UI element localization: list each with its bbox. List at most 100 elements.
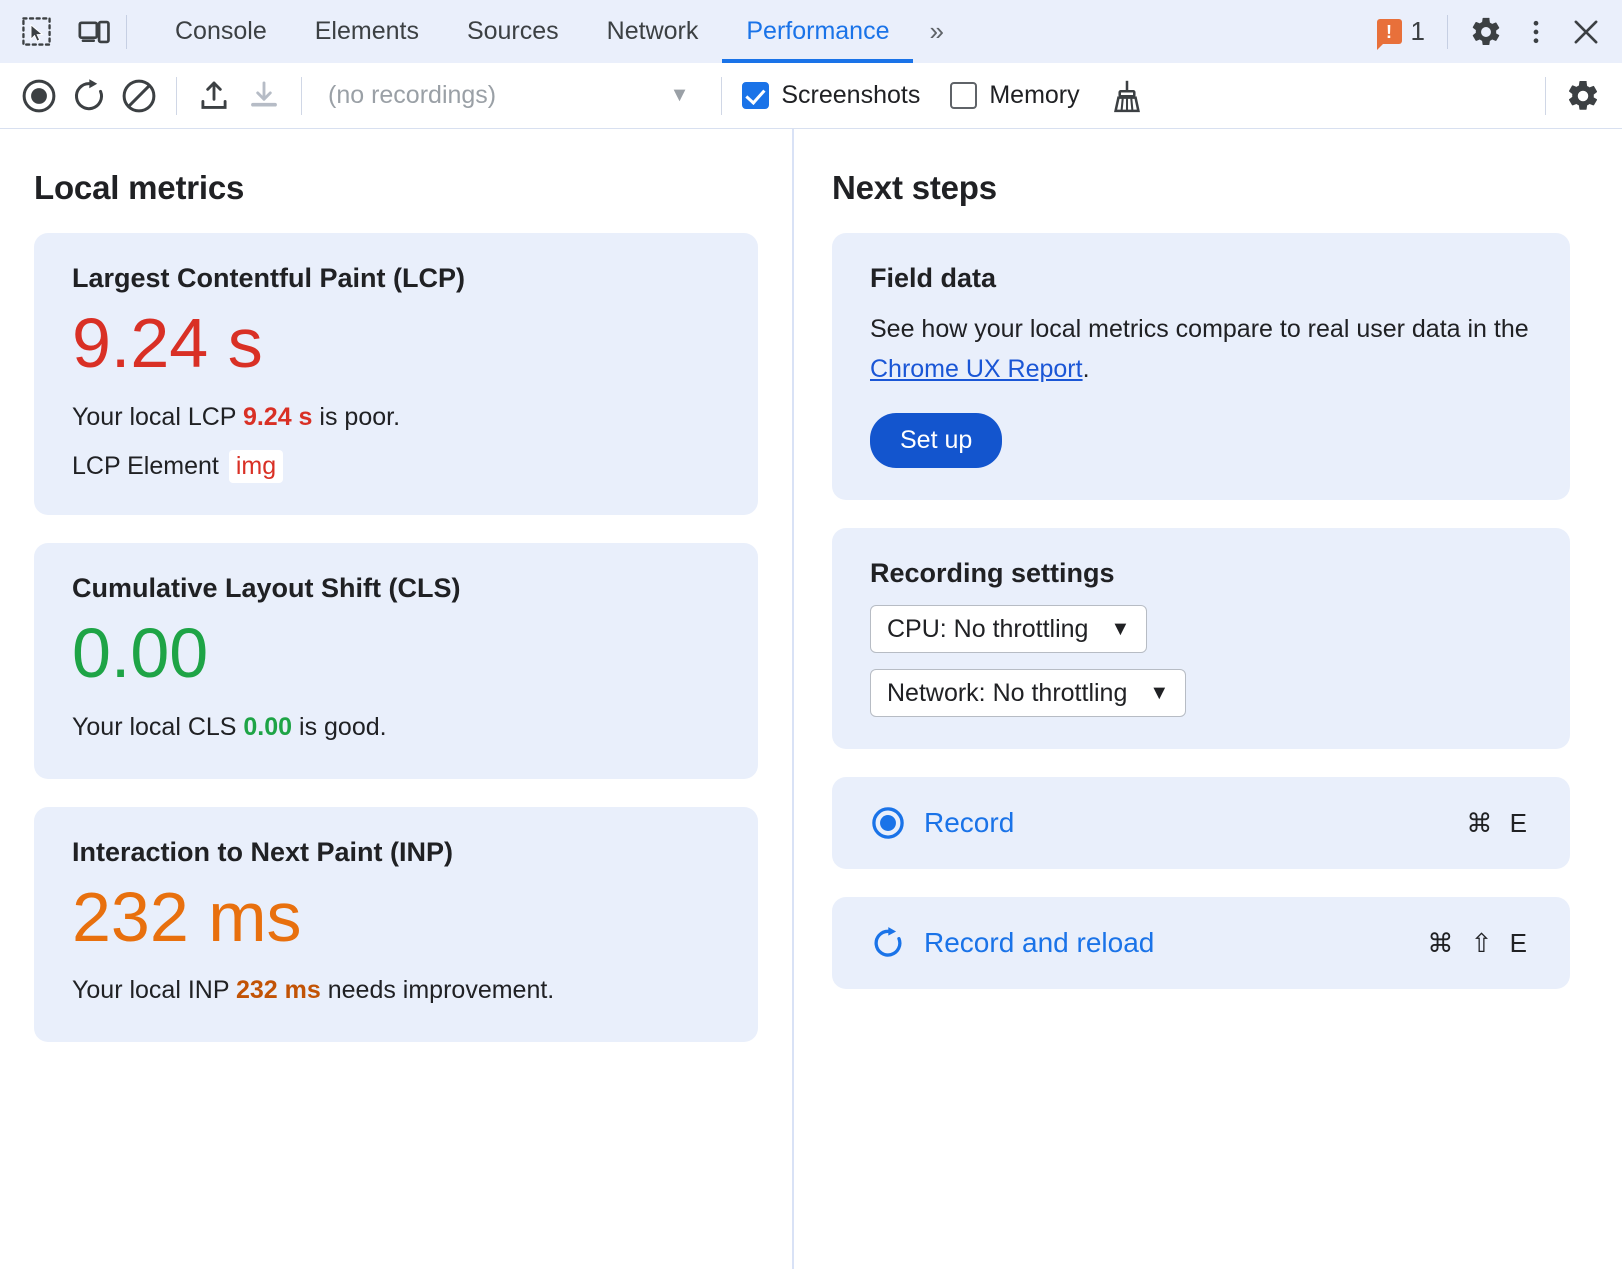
gear-icon (1469, 15, 1503, 49)
error-count-badge[interactable]: ! 1 (1371, 16, 1431, 47)
record-action-card[interactable]: Record ⌘ E (832, 777, 1570, 869)
record-and-reload-action-label: Record and reload (924, 927, 1154, 959)
tab-network[interactable]: Network (583, 0, 723, 63)
network-throttling-select[interactable]: Network: No throttling ▼ (870, 669, 1186, 717)
tab-sources[interactable]: Sources (443, 0, 583, 63)
tab-bar-divider (126, 15, 127, 49)
tab-performance-label: Performance (746, 17, 889, 46)
record-action-label: Record (924, 807, 1014, 839)
tab-performance[interactable]: Performance (722, 0, 913, 63)
performance-landing-page: Local metrics Largest Contentful Paint (… (0, 129, 1622, 1269)
field-data-text: See how your local metrics compare to re… (870, 310, 1532, 389)
inspect-element-button[interactable] (14, 10, 58, 54)
chrome-ux-report-link[interactable]: Chrome UX Report (870, 355, 1083, 383)
field-data-text-before: See how your local metrics compare to re… (870, 315, 1529, 343)
tab-elements[interactable]: Elements (291, 0, 443, 63)
set-up-button[interactable]: Set up (870, 413, 1002, 468)
export-profile-button[interactable] (239, 71, 289, 121)
chevron-down-icon: ▼ (670, 84, 690, 107)
gear-icon (1565, 78, 1601, 114)
cls-desc-suffix: is good. (292, 713, 387, 741)
tab-network-label: Network (607, 17, 699, 46)
lcp-value: 9.24 s (72, 300, 720, 388)
tab-sources-label: Sources (467, 17, 559, 46)
inp-description: Your local INP 232 ms needs improvement. (72, 971, 720, 1010)
tab-elements-label: Elements (315, 17, 419, 46)
record-shortcut: ⌘ E (1466, 808, 1532, 839)
cls-value: 0.00 (72, 610, 720, 698)
clear-recording-button[interactable] (114, 71, 164, 121)
capture-settings-button[interactable] (1558, 71, 1608, 121)
cls-title: Cumulative Layout Shift (CLS) (72, 573, 720, 604)
inp-desc-value: 232 ms (236, 976, 321, 1004)
record-and-reload-button[interactable] (64, 71, 114, 121)
clear-slash-circle-icon (120, 77, 158, 115)
memory-checkbox[interactable] (950, 82, 977, 109)
memory-label: Memory (989, 81, 1079, 110)
toolbar-divider-3 (721, 77, 722, 115)
broom-icon (1108, 77, 1146, 115)
chevron-down-icon: ▼ (1149, 682, 1169, 705)
toolbar-divider-1 (176, 77, 177, 115)
import-profile-button[interactable] (189, 71, 239, 121)
record-and-reload-action-card[interactable]: Record and reload ⌘ ⇧ E (832, 897, 1570, 989)
panel-tabs: Console Elements Sources Network Perform… (151, 0, 960, 63)
cls-desc-value: 0.00 (243, 713, 292, 741)
lcp-desc-prefix: Your local LCP (72, 403, 243, 431)
reload-record-icon (70, 77, 108, 115)
chevron-down-icon: ▼ (1110, 618, 1130, 641)
next-steps-panel: Next steps Field data See how your local… (794, 129, 1622, 1269)
record-toggle-button[interactable] (14, 71, 64, 121)
network-throttling-value: Network: No throttling (887, 679, 1127, 708)
field-data-title: Field data (870, 263, 1532, 294)
memory-checkbox-row[interactable]: Memory (950, 81, 1079, 110)
tab-console[interactable]: Console (151, 0, 291, 63)
lcp-desc-value: 9.24 s (243, 403, 313, 431)
inp-value: 232 ms (72, 874, 720, 962)
error-glyph: ! (1386, 23, 1392, 41)
metric-card-cls: Cumulative Layout Shift (CLS) 0.00 Your … (34, 543, 758, 778)
close-devtools-button[interactable] (1564, 10, 1608, 54)
kebab-menu-icon (1521, 17, 1551, 47)
cpu-throttling-select[interactable]: CPU: No throttling ▼ (870, 605, 1147, 653)
inp-desc-suffix: needs improvement. (321, 976, 554, 1004)
field-data-text-after: . (1083, 355, 1090, 383)
record-and-reload-shortcut: ⌘ ⇧ E (1427, 928, 1532, 959)
local-metrics-panel: Local metrics Largest Contentful Paint (… (0, 129, 792, 1269)
local-metrics-title: Local metrics (34, 169, 758, 207)
lcp-desc-suffix: is poor. (312, 403, 400, 431)
download-icon (246, 78, 282, 114)
tab-bar-right-divider (1447, 15, 1448, 49)
tab-bar-left-icons (0, 0, 116, 63)
metric-card-lcp: Largest Contentful Paint (LCP) 9.24 s Yo… (34, 233, 758, 515)
recordings-dropdown[interactable]: (no recordings) ▼ (314, 74, 709, 118)
screenshots-checkbox[interactable] (742, 82, 769, 109)
more-tabs-button[interactable]: » (913, 0, 959, 63)
lcp-title: Largest Contentful Paint (LCP) (72, 263, 720, 294)
recording-settings-card: Recording settings CPU: No throttling ▼ … (832, 528, 1570, 749)
settings-button[interactable] (1464, 10, 1508, 54)
collect-garbage-button[interactable] (1102, 71, 1152, 121)
more-options-button[interactable] (1514, 10, 1558, 54)
inp-desc-prefix: Your local INP (72, 976, 236, 1004)
screenshots-checkbox-row[interactable]: Screenshots (742, 81, 920, 110)
performance-toolbar: (no recordings) ▼ Screenshots Memory (0, 63, 1622, 129)
field-data-card: Field data See how your local metrics co… (832, 233, 1570, 500)
lcp-description: Your local LCP 9.24 s is poor. (72, 398, 720, 437)
error-count-label: 1 (1411, 16, 1425, 47)
screenshots-label: Screenshots (781, 81, 920, 110)
devtools-tab-bar: Console Elements Sources Network Perform… (0, 0, 1622, 63)
recordings-value: (no recordings) (328, 81, 496, 110)
upload-icon (196, 78, 232, 114)
cls-description: Your local CLS 0.00 is good. (72, 708, 720, 747)
inp-title: Interaction to Next Paint (INP) (72, 837, 720, 868)
lcp-element-tag[interactable]: img (229, 450, 283, 483)
metric-card-inp: Interaction to Next Paint (INP) 232 ms Y… (34, 807, 758, 1042)
device-toolbar-button[interactable] (72, 10, 116, 54)
recording-settings-title: Recording settings (870, 558, 1532, 589)
lcp-element-row: LCP Element img (72, 450, 720, 483)
cls-desc-prefix: Your local CLS (72, 713, 243, 741)
lcp-element-label: LCP Element (72, 452, 219, 481)
error-bubble-icon: ! (1377, 19, 1402, 44)
next-steps-title: Next steps (832, 169, 1570, 207)
